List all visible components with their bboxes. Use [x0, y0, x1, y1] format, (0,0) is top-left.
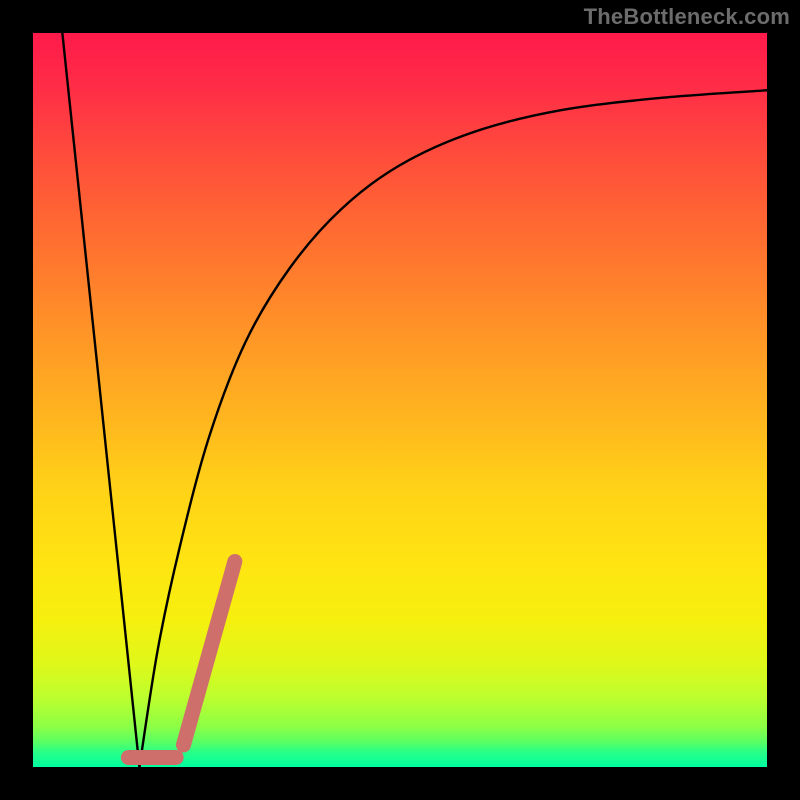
chart-svg	[0, 0, 800, 800]
plot-background	[33, 33, 767, 767]
watermark-text: TheBottleneck.com	[584, 4, 790, 30]
chart-stage: TheBottleneck.com	[0, 0, 800, 800]
